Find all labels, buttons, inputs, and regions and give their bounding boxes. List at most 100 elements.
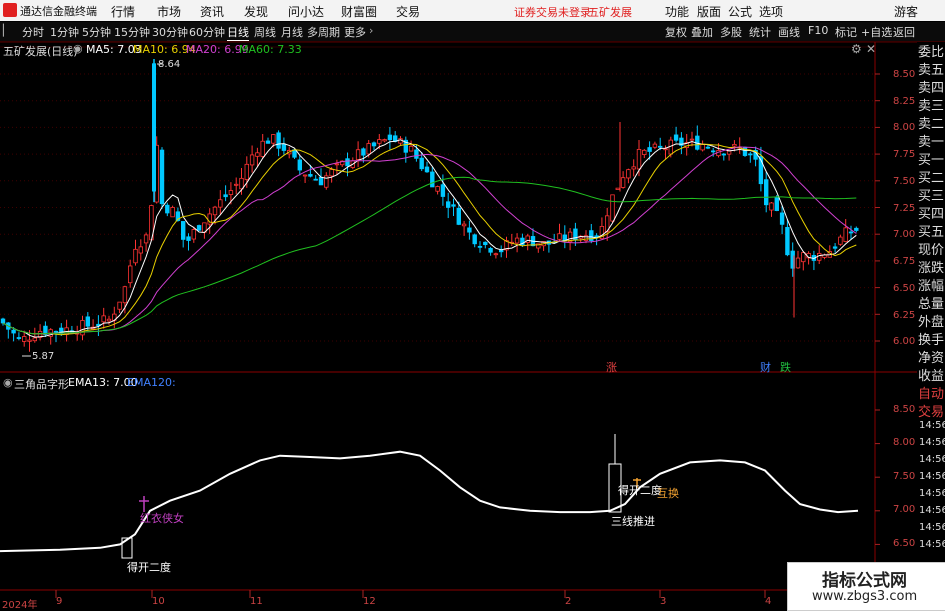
- tab-monthly[interactable]: 月线: [281, 24, 303, 40]
- sidebar-label: 买五: [918, 225, 945, 240]
- candle-body: [700, 144, 705, 151]
- candle-body: [308, 174, 313, 177]
- menu-quotes[interactable]: 行情: [111, 3, 135, 20]
- candle-body: [11, 329, 16, 334]
- tab-30min[interactable]: 30分钟: [152, 24, 188, 40]
- price-tick: 8.00: [893, 122, 916, 133]
- candle-body: [626, 169, 631, 179]
- menu-ask[interactable]: 问小达: [288, 3, 324, 20]
- candle-body: [16, 337, 22, 339]
- signal-label-first: 得开二度: [127, 561, 171, 574]
- btn-f10[interactable]: F10: [808, 24, 828, 37]
- price-tick: 7.75: [893, 149, 916, 160]
- menu-function[interactable]: 功能: [665, 3, 689, 20]
- tab-weekly[interactable]: 周线: [254, 24, 276, 40]
- btn-draw-line[interactable]: 画线: [778, 24, 800, 40]
- candle-body: [721, 153, 726, 156]
- month-label: 2: [565, 596, 572, 607]
- candle-body: [334, 163, 340, 166]
- stock-link[interactable]: 五矿发展: [588, 4, 632, 20]
- candle-body: [795, 257, 801, 269]
- toolbar-pin-icon[interactable]: ▏: [3, 24, 11, 37]
- sidebar-label: 涨幅: [918, 279, 945, 294]
- tab-daily[interactable]: 日线: [227, 24, 249, 41]
- candle-body: [705, 146, 711, 149]
- candle-body: [615, 187, 620, 190]
- candle-body: [689, 138, 695, 141]
- menu-news[interactable]: 资讯: [200, 3, 224, 20]
- candle-body: [27, 339, 32, 342]
- price-tick: 6.75: [893, 256, 916, 267]
- candle-body: [297, 159, 302, 171]
- candle-body: [477, 245, 483, 248]
- moving-average-lines: [2, 63, 857, 357]
- tab-5min[interactable]: 5分钟: [82, 24, 111, 40]
- menu-trade[interactable]: 交易: [396, 3, 420, 20]
- candle-body: [318, 176, 324, 186]
- settings-circle-icon[interactable]: ◉: [73, 42, 83, 55]
- sub-settings-icon[interactable]: ◉: [3, 376, 13, 389]
- menu-layout[interactable]: 版面: [697, 3, 721, 20]
- time-stamp: 14:56: [919, 539, 945, 550]
- price-tick: 8.25: [893, 96, 916, 107]
- tab-60min[interactable]: 60分钟: [189, 24, 225, 40]
- candle-body: [726, 150, 732, 155]
- ma5-line: [2, 139, 857, 338]
- panel-settings-icon[interactable]: ⚙: [851, 42, 862, 56]
- login-notice[interactable]: 证券交易未登录: [514, 4, 591, 20]
- event-marker-finance[interactable]: 财: [760, 359, 771, 375]
- candle-body: [620, 177, 626, 188]
- candle-body: [848, 231, 854, 234]
- tab-more[interactable]: 更多: [344, 24, 366, 40]
- sidebar-auto-trade[interactable]: 自动: [918, 386, 944, 404]
- candlestick-series: [0, 59, 859, 352]
- candle-body: [647, 147, 652, 152]
- btn-overlay[interactable]: 叠加: [691, 24, 713, 40]
- menu-formula[interactable]: 公式: [728, 3, 752, 20]
- candle-body: [276, 132, 281, 149]
- menu-options[interactable]: 选项: [759, 3, 783, 20]
- candle-body: [260, 140, 265, 157]
- candle-body: [159, 149, 165, 205]
- kline-chart-area[interactable]: [0, 42, 917, 609]
- time-stamp: 14:56: [919, 488, 945, 499]
- btn-back[interactable]: 返回: [893, 24, 915, 40]
- candle-body: [101, 315, 106, 323]
- sub-value-tick: 8.50: [893, 404, 916, 415]
- tab-multi-period[interactable]: 多周期: [307, 24, 340, 40]
- btn-multi-stock[interactable]: 多股: [720, 24, 742, 40]
- candle-body: [32, 337, 37, 342]
- user-guest[interactable]: 游客: [894, 3, 918, 20]
- tab-15min[interactable]: 15分钟: [114, 24, 150, 40]
- ma60-label: MA60: 7.33: [239, 43, 302, 56]
- event-marker-rise[interactable]: 涨: [606, 359, 617, 375]
- menu-wealth[interactable]: 财富圈: [341, 3, 377, 20]
- candle-body: [265, 140, 271, 144]
- sub-value-tick: 7.00: [893, 504, 916, 515]
- candle-body: [239, 177, 244, 190]
- candle-body: [779, 212, 785, 225]
- sidebar-label: 卖五: [918, 63, 945, 78]
- event-marker-fall[interactable]: 跌: [780, 359, 791, 375]
- watermark-title: 指标公式网: [822, 571, 907, 591]
- candle-body: [21, 336, 27, 342]
- menu-market[interactable]: 市场: [157, 3, 181, 20]
- tab-timeshare[interactable]: 分时: [22, 24, 44, 40]
- stock-period-label: 五矿发展(日线): [3, 45, 78, 58]
- app-logo-icon: [3, 3, 17, 17]
- low-price-label: 5.87: [32, 351, 55, 362]
- panel-close-icon[interactable]: ✕: [866, 42, 876, 56]
- tab-1min[interactable]: 1分钟: [50, 24, 79, 40]
- candle-body: [313, 178, 318, 181]
- sidebar-label: 委比: [918, 45, 945, 60]
- more-chevron-icon[interactable]: ›: [369, 24, 373, 37]
- candle-body: [377, 139, 382, 144]
- candle-body: [636, 149, 642, 170]
- btn-statistics[interactable]: 统计: [749, 24, 771, 40]
- title-bar: 通达信金融终端 行情 市场 资讯 发现 问小达 财富圈 交易 证券交易未登录 五…: [0, 0, 945, 21]
- btn-mark[interactable]: 标记: [835, 24, 857, 40]
- btn-add-favorite[interactable]: +自选: [861, 24, 892, 40]
- menu-discover[interactable]: 发现: [244, 3, 268, 20]
- candle-body: [244, 163, 249, 180]
- btn-restore-rights[interactable]: 复权: [665, 24, 687, 40]
